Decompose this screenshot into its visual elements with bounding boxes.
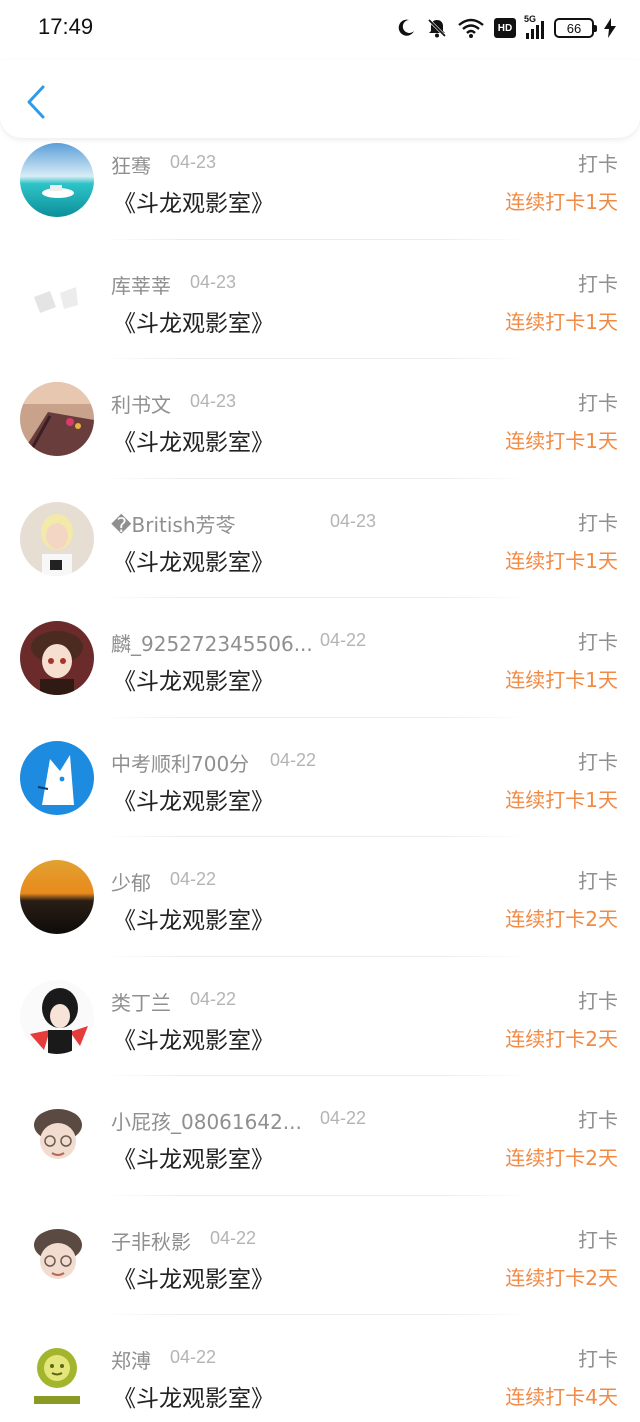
program-title[interactable]: 《斗龙观影室》 [113,1379,274,1413]
checkin-date: 04-22 [210,1227,257,1248]
checkin-type-label: 打卡 [578,271,618,296]
program-title[interactable]: 《斗龙观影室》 [113,304,274,338]
moon-icon [396,18,416,38]
checkin-type-label: 打卡 [578,749,618,774]
program-title[interactable]: 《斗龙观影室》 [113,782,274,816]
list-item[interactable]: 中考顺利700分 04-22 《斗龙观影室》 打卡连续打卡1天 [0,718,640,837]
streak-label: 连续打卡1天 [505,309,618,334]
avatar[interactable] [20,382,94,456]
checkin-date: 04-23 [330,510,377,531]
header-bar [0,60,640,138]
list-item[interactable]: 小屁孩_08061642... 04-22 《斗龙观影室》 打卡连续打卡2天 [0,1076,640,1196]
user-name[interactable]: 类丁兰 [111,987,171,1016]
checkin-type-label: 打卡 [578,869,618,893]
streak-label: 连续打卡2天 [505,1026,618,1051]
user-name[interactable]: �British芳苓 [111,509,236,538]
avatar[interactable] [20,501,94,576]
checkin-type-label: 打卡 [578,1227,618,1252]
checkin-date: 04-22 [170,1347,217,1367]
checkin-type-label: 打卡 [578,152,618,176]
checkin-date: 04-22 [270,749,317,770]
checkin-date: 04-23 [190,271,237,292]
status-icons: HD 5G 66 [396,14,616,42]
status-time: 17:49 [38,14,94,39]
streak-label: 连续打卡2天 [505,1265,618,1290]
checkin-type-label: 打卡 [578,510,618,535]
streak-label: 连续打卡1天 [505,429,618,453]
avatar[interactable] [20,740,94,815]
program-title[interactable]: 《斗龙观影室》 [113,1021,274,1055]
program-title[interactable]: 《斗龙观影室》 [113,662,274,696]
checkin-date: 04-22 [190,988,237,1009]
list-item[interactable]: �British芳苓 04-23 《斗龙观影室》 打卡连续打卡1天 [0,479,640,598]
program-title[interactable]: 《斗龙观影室》 [113,901,274,935]
user-name[interactable]: 小屁孩_08061642... [111,1106,302,1135]
list-item[interactable]: 利书文 04-23 《斗龙观影室》 打卡连续打卡1天 [0,359,640,479]
user-name[interactable]: 狂骞 [111,150,151,179]
wifi-icon [458,18,484,38]
checkin-date: 04-22 [320,1108,367,1128]
avatar[interactable] [20,143,94,217]
battery-level: 66 [566,20,582,36]
streak-label: 连续打卡4天 [505,1385,618,1409]
avatar[interactable] [20,1218,94,1293]
checkin-type-label: 打卡 [578,1347,618,1371]
status-bar: 17:49 HD 5G 66 [0,0,640,60]
avatar[interactable] [20,1338,94,1412]
streak-label: 连续打卡1天 [505,548,618,573]
charging-icon [604,18,616,38]
hd-icon: HD [494,18,516,38]
user-name[interactable]: 中考顺利700分 [111,748,249,777]
streak-label: 连续打卡1天 [505,190,618,214]
streak-label: 连续打卡2天 [505,1146,618,1170]
user-name[interactable]: 少郁 [111,867,151,896]
user-name[interactable]: 郑溥 [111,1345,151,1374]
user-name[interactable]: 库莘莘 [111,270,171,299]
checkin-date: 04-23 [190,391,237,411]
checkin-type-label: 打卡 [578,1108,618,1132]
checkin-date: 04-22 [320,630,367,650]
user-name[interactable]: 麟_925272345506... [111,628,313,657]
program-title[interactable]: 《斗龙观影室》 [113,423,274,457]
chevron-left-icon [27,85,45,119]
list-item[interactable]: 郑溥 04-22 《斗龙观影室》 打卡连续打卡4天 [0,1315,640,1422]
checkin-type-label: 打卡 [578,630,618,654]
list-item[interactable]: 子非秋影 04-22 《斗龙观影室》 打卡连续打卡2天 [0,1196,640,1315]
user-name[interactable]: 利书文 [111,389,171,418]
avatar[interactable] [20,860,94,934]
avatar[interactable] [20,979,94,1054]
program-title[interactable]: 《斗龙观影室》 [113,1140,274,1174]
avatar[interactable] [20,1099,94,1173]
network-type-label: 5G [524,14,537,24]
list-item[interactable]: 类丁兰 04-22 《斗龙观影室》 打卡连续打卡2天 [0,957,640,1076]
program-title[interactable]: 《斗龙观影室》 [113,543,274,577]
battery-icon: 66 [554,18,597,38]
list-item[interactable]: 库莘莘 04-23 《斗龙观影室》 打卡连续打卡1天 [0,240,640,359]
checkin-type-label: 打卡 [578,988,618,1013]
checkin-date: 04-22 [170,869,217,889]
signal-icon: 5G [524,14,544,39]
list-item[interactable]: 麟_925272345506... 04-22 《斗龙观影室》 打卡连续打卡1天 [0,598,640,718]
streak-label: 连续打卡2天 [505,907,618,931]
avatar[interactable] [20,621,94,695]
streak-label: 连续打卡1天 [505,668,618,692]
checkin-type-label: 打卡 [578,391,618,415]
checkin-date: 04-23 [170,152,217,172]
program-title[interactable]: 《斗龙观影室》 [113,1260,274,1294]
checkin-list: 狂骞 04-23 《斗龙观影室》 打卡 连续打卡1天 库莘莘 04-23 《斗龙观影室》 打卡连… [0,120,640,1422]
program-title[interactable]: 《斗龙观影室》 [113,184,274,218]
user-name[interactable]: 子非秋影 [111,1226,191,1255]
streak-label: 连续打卡1天 [505,787,618,812]
back-button[interactable] [18,80,54,124]
list-item[interactable]: 少郁 04-22 《斗龙观影室》 打卡连续打卡2天 [0,837,640,957]
avatar[interactable] [20,262,94,337]
bell-off-icon [426,17,448,39]
